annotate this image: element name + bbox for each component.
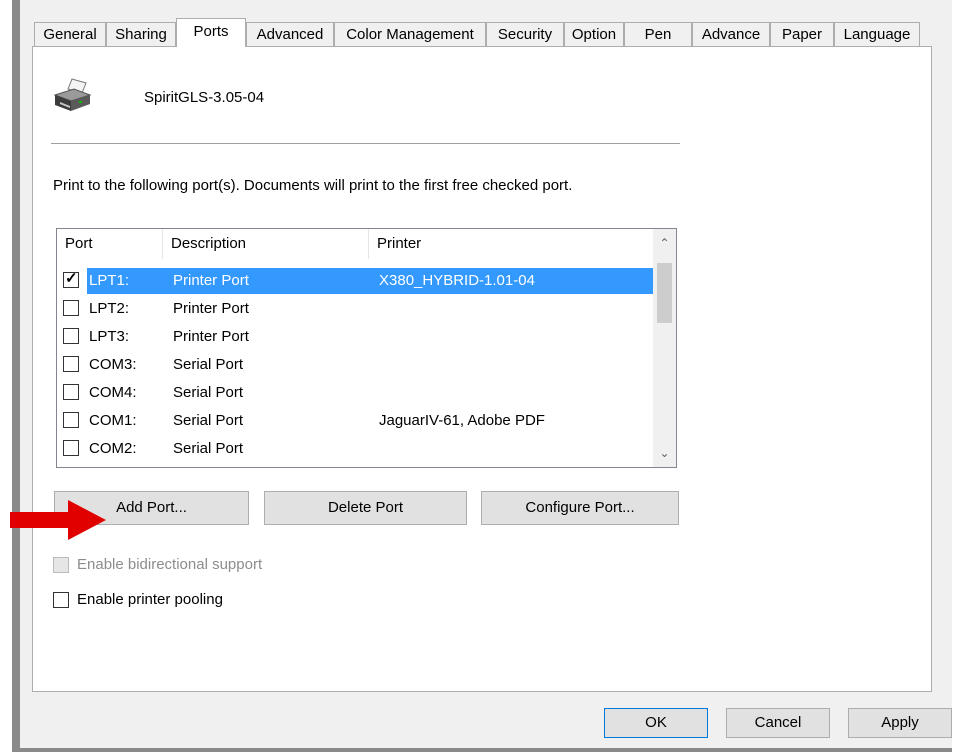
cancel-button[interactable]: Cancel [726,708,830,738]
separator [51,143,680,144]
printer-pooling-option[interactable]: Enable printer pooling [53,589,293,611]
port-name: LPT1: [89,272,130,289]
port-name: COM3: [89,356,137,373]
port-checkbox[interactable] [63,440,79,456]
port-name: COM1: [89,412,137,429]
port-row[interactable]: COM2: Serial Port [57,436,653,462]
port-list-scrollbar[interactable]: ⌃ ⌄ [653,229,676,467]
scroll-down-icon[interactable]: ⌄ [653,443,676,463]
ports-panel: SpiritGLS-3.05-04 Print to the following… [32,46,932,692]
window-edge-bottom [20,748,952,752]
bidirectional-support-label: Enable bidirectional support [77,556,263,573]
port-checkbox[interactable] [63,384,79,400]
tab-advance[interactable]: Advance [692,22,770,46]
port-printer: X380_HYBRID-1.01-04 [379,272,535,289]
column-header-printer[interactable]: Printer [369,229,653,259]
port-description: Printer Port [173,300,249,317]
tab-general[interactable]: General [34,22,106,46]
port-name: LPT2: [89,300,130,317]
port-description: Printer Port [173,328,249,345]
port-checkbox[interactable] [63,328,79,344]
bidirectional-support-checkbox [53,557,69,573]
tab-color-management[interactable]: Color Management [334,22,486,46]
port-description: Printer Port [173,272,249,289]
tab-ports[interactable]: Ports [176,18,246,47]
port-checkbox[interactable] [63,356,79,372]
port-description: Serial Port [173,356,244,373]
printer-icon [53,78,92,111]
port-row[interactable]: LPT3: Printer Port [57,324,653,350]
printer-pooling-label[interactable]: Enable printer pooling [77,589,223,611]
tab-advanced[interactable]: Advanced [246,22,334,46]
port-row[interactable]: COM1: Serial Port JaguarIV-61, Adobe PDF [57,408,653,434]
port-checkbox[interactable] [63,412,79,428]
column-header-description[interactable]: Description [163,229,369,259]
tab-strip: General Sharing Ports Advanced Color Man… [34,18,934,47]
scroll-up-icon[interactable]: ⌃ [653,233,676,253]
port-row[interactable]: COM4: Serial Port [57,380,653,406]
port-row[interactable]: COM3: Serial Port [57,352,653,378]
port-name: COM2: [89,440,137,457]
ports-description: Print to the following port(s). Document… [53,177,573,194]
ok-button[interactable]: OK [604,708,708,738]
port-name: LPT3: [89,328,130,345]
checkmark-icon: ✓ [65,270,78,287]
port-name: COM4: [89,384,137,401]
port-description: Serial Port [173,384,244,401]
tab-sharing[interactable]: Sharing [106,22,176,46]
scrollbar-thumb[interactable] [657,263,672,323]
printer-name: SpiritGLS-3.05-04 [144,89,265,106]
port-row[interactable]: ✓ LPT1: Printer Port X380_HYBRID-1.01-04 [57,268,653,294]
background-strip-right [952,0,972,752]
tab-option[interactable]: Option [564,22,624,46]
configure-port-button[interactable]: Configure Port... [481,491,679,525]
port-checkbox[interactable] [63,300,79,316]
port-description: Serial Port [173,440,244,457]
background-strip-left [0,0,12,752]
bidirectional-support-option: Enable bidirectional support [53,554,333,576]
tab-paper[interactable]: Paper [770,22,834,46]
port-row[interactable]: LPT2: Printer Port [57,296,653,322]
column-header-port[interactable]: Port [57,229,163,259]
apply-button[interactable]: Apply [848,708,952,738]
delete-port-button[interactable]: Delete Port [264,491,467,525]
port-description: Serial Port [173,412,244,429]
red-arrow-icon [10,500,106,540]
tab-language[interactable]: Language [834,22,920,46]
port-printer: JaguarIV-61, Adobe PDF [379,412,545,429]
printer-pooling-checkbox[interactable] [53,592,69,608]
tab-pen[interactable]: Pen [624,22,692,46]
tab-security[interactable]: Security [486,22,564,46]
port-list[interactable]: Port Description Printer ✓ LPT1: Printer… [56,228,677,468]
port-checkbox[interactable]: ✓ [63,270,79,288]
selection-highlight [87,268,653,294]
window-edge-left [12,0,20,752]
